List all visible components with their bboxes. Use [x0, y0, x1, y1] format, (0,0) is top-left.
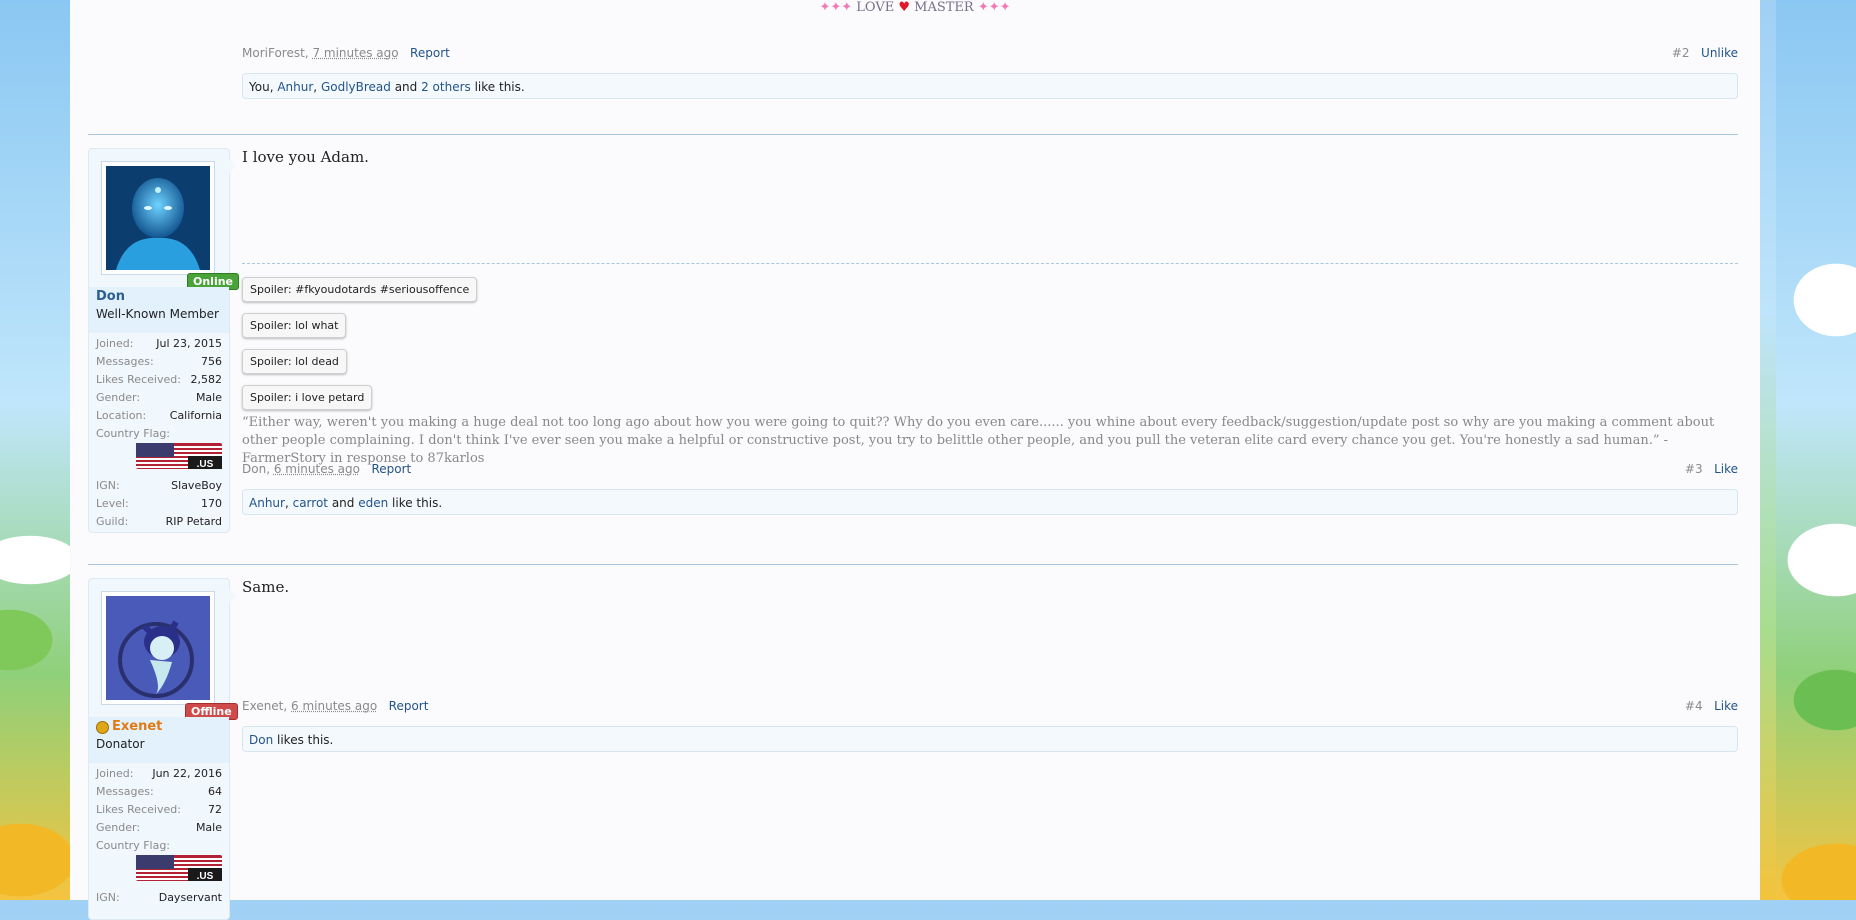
- post4-user-band: Exenet Donator: [89, 717, 229, 763]
- post3-report-link[interactable]: Report: [371, 462, 411, 476]
- post4-avatar[interactable]: [101, 591, 215, 705]
- post3-user-title: Well-Known Member: [96, 307, 219, 321]
- post-arrow: [228, 158, 236, 174]
- svg-text:.US: .US: [197, 459, 214, 469]
- donator-coin-icon: [96, 721, 109, 734]
- spoiler-button[interactable]: Spoiler: lol what: [242, 313, 347, 338]
- background-right: [1776, 0, 1856, 900]
- post3-username[interactable]: Don: [96, 289, 125, 304]
- signature-rule: [242, 263, 1738, 264]
- stat-row: Gender: Male: [96, 821, 222, 834]
- like-others-link[interactable]: 2 others: [421, 80, 471, 94]
- avatar-image: [106, 166, 210, 270]
- post-divider: [88, 134, 1738, 135]
- post2-author[interactable]: MoriForest: [242, 46, 305, 60]
- post3-actions: #3 Like: [1685, 462, 1738, 476]
- thread-page: ✦✦✦ LOVE ♥ MASTER ✦✦✦ MoriForest, 7 minu…: [70, 0, 1760, 920]
- post4-username[interactable]: Exenet: [112, 719, 162, 734]
- post3-author[interactable]: Don: [242, 462, 266, 476]
- post4-likes-summary: Don likes this.: [242, 726, 1738, 752]
- post3-avatar[interactable]: [101, 161, 215, 275]
- stat-row: Joined: Jun 22, 2016: [96, 767, 222, 780]
- stat-row: Country Flag:: [96, 839, 171, 852]
- post3-user-band: Don Well-Known Member: [89, 287, 229, 333]
- us-flag-icon: .US: [136, 443, 222, 469]
- post4-author[interactable]: Exenet: [242, 699, 283, 713]
- stat-row: Messages: 756: [96, 355, 222, 368]
- stat-row: IGN: Dayservant: [96, 891, 222, 904]
- post2-signature: ✦✦✦ LOVE ♥ MASTER ✦✦✦: [819, 0, 1011, 15]
- post4-user-card: Offline Exenet Donator Joined: Jun 22, 20…: [88, 578, 238, 920]
- heart-icon: ♥: [898, 0, 911, 15]
- like-user-link[interactable]: eden: [358, 496, 388, 510]
- avatar-image: [106, 596, 210, 700]
- stat-row: Gender: Male: [96, 391, 222, 404]
- us-flag-icon: .US: [136, 855, 222, 881]
- post-arrow: [228, 588, 236, 604]
- post4-like-link[interactable]: Like: [1714, 699, 1738, 713]
- sparkle-icon: ✦✦✦: [819, 0, 853, 15]
- post3-user-stats: Joined: Jul 23, 2015 Messages: 756 Likes R…: [96, 335, 222, 531]
- like-user-link[interactable]: GodlyBread: [321, 80, 391, 94]
- stat-row: Messages: 64: [96, 785, 222, 798]
- post3-signature-quote: “Either way, weren't you making a huge d…: [242, 415, 1715, 466]
- post3-number[interactable]: #3: [1685, 462, 1703, 476]
- post3-time[interactable]: 6 minutes ago: [274, 462, 360, 476]
- post2-meta: MoriForest, 7 minutes ago Report: [242, 46, 450, 60]
- post-divider: [88, 564, 1738, 565]
- post4-time[interactable]: 6 minutes ago: [291, 699, 377, 713]
- post3-user-card: Online Don Well-Known Member Joined: Jul …: [88, 148, 240, 533]
- background-left: [0, 0, 70, 900]
- stat-row: Joined: Jul 23, 2015: [96, 337, 222, 350]
- post4-number[interactable]: #4: [1685, 699, 1703, 713]
- stat-row: Likes Received: 2,582: [96, 373, 222, 386]
- post4-meta: Exenet, 6 minutes ago Report: [242, 699, 429, 713]
- stat-row: IGN: SlaveBoy: [96, 479, 222, 492]
- stat-row: Country Flag:: [96, 427, 171, 440]
- post4-actions: #4 Like: [1685, 699, 1738, 713]
- spoiler-button[interactable]: Spoiler: lol dead: [242, 349, 347, 374]
- post3-likes-summary: Anhur, carrot and eden like this.: [242, 489, 1738, 515]
- stat-row: Level: 170: [96, 497, 222, 510]
- post3-like-link[interactable]: Like: [1714, 462, 1738, 476]
- stat-row: Location: California: [96, 409, 222, 422]
- sparkle-icon: ✦✦✦: [977, 0, 1011, 15]
- post2-likes-summary: You, Anhur, GodlyBread and 2 others like…: [242, 73, 1738, 99]
- spoiler-button[interactable]: Spoiler: i love petard: [242, 385, 373, 410]
- post4-message: Same.: [242, 578, 290, 596]
- post2-actions: #2 Unlike: [1672, 46, 1738, 60]
- svg-text:.US: .US: [197, 871, 214, 881]
- like-user-link[interactable]: carrot: [293, 496, 328, 510]
- post2-number[interactable]: #2: [1672, 46, 1690, 60]
- post3-meta: Don, 6 minutes ago Report: [242, 462, 412, 476]
- post3-message: I love you Adam.: [242, 148, 369, 166]
- post4-user-stats: Joined: Jun 22, 2016 Messages: 64 Likes Re…: [96, 765, 222, 907]
- post4-user-title: Donator: [96, 737, 145, 751]
- like-user-link[interactable]: Anhur: [277, 80, 313, 94]
- post2-report-link[interactable]: Report: [410, 46, 450, 60]
- spoiler-button[interactable]: Spoiler: #fkyoudotards #seriousoffence: [242, 277, 478, 302]
- post2-unlike-link[interactable]: Unlike: [1701, 46, 1738, 60]
- post2-time[interactable]: 7 minutes ago: [312, 46, 398, 60]
- stat-row: Guild: RIP Petard: [96, 515, 222, 528]
- stat-row: Likes Received: 72: [96, 803, 222, 816]
- post4-report-link[interactable]: Report: [389, 699, 429, 713]
- like-user-link[interactable]: Don: [249, 733, 273, 747]
- like-user-link[interactable]: Anhur: [249, 496, 285, 510]
